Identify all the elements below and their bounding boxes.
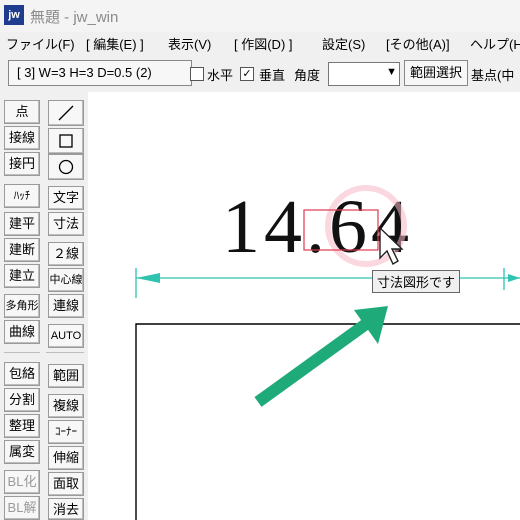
annotation-arrow-shaft <box>254 319 370 407</box>
tool-offset[interactable]: 複線 <box>48 394 84 418</box>
tool-attribute-change[interactable]: 属変 <box>4 440 40 464</box>
tool-curve[interactable]: 曲線 <box>4 320 40 344</box>
tool-auto[interactable]: AUTO <box>48 324 84 348</box>
title-bar: jw 無題 - jw_win <box>0 0 520 32</box>
tool-corner[interactable]: ｺｰﾅｰ <box>48 420 84 444</box>
menu-edit[interactable]: [ 編集(E) ] <box>86 34 144 53</box>
palette-divider <box>4 352 40 353</box>
tool-stretch[interactable]: 伸縮 <box>48 446 84 470</box>
rectangle-tool-button[interactable] <box>48 128 84 154</box>
tool-erase[interactable]: 消去 <box>48 498 84 520</box>
tool-arrange[interactable]: 整理 <box>4 414 40 438</box>
tool-divide[interactable]: 分割 <box>4 388 40 412</box>
tool-plan[interactable]: 建平 <box>4 212 40 236</box>
vertical-checkbox[interactable]: ✓ <box>240 67 254 81</box>
range-select-button[interactable]: 範囲選択 <box>404 60 468 86</box>
vertical-label: 垂直 <box>259 68 286 83</box>
angle-label: 角度 <box>294 68 321 83</box>
rectangle-tool-icon <box>59 134 73 148</box>
canvas-graphics: 14.64 <box>135 185 520 520</box>
circle-tool-button[interactable] <box>48 154 84 180</box>
circle-tool-icon <box>58 159 74 175</box>
menu-help[interactable]: ヘルプ(H <box>470 34 520 53</box>
tool-chamfer[interactable]: 面取 <box>48 472 84 496</box>
menu-other[interactable]: [その他(A)] <box>386 34 450 53</box>
drawing-canvas[interactable]: 14.64 <box>88 92 520 520</box>
horizontal-checkbox[interactable] <box>190 67 204 81</box>
tool-point[interactable]: 点 <box>4 100 40 124</box>
dimension-arrow-right-icon <box>508 274 520 282</box>
tool-polygon[interactable]: 多角形 <box>4 294 40 318</box>
tool-tangent-circle[interactable]: 接円 <box>4 152 40 176</box>
tool-block-create[interactable]: BL化 <box>4 470 40 494</box>
layer-spec-button[interactable]: [ 3] W=3 H=3 D=0.5 (2) <box>8 60 192 86</box>
line-tool-icon <box>58 105 74 121</box>
tooltip: 寸法図形です <box>372 270 461 293</box>
control-bar: [ 3] W=3 H=3 D=0.5 (2) 水平 ✓ 垂直 角度 ▼ 範囲選択… <box>0 58 520 92</box>
menu-bar: ファイル(F) [ 編集(E) ] 表示(V) [ 作図(D) ] 設定(S) … <box>0 32 520 54</box>
tool-hatch[interactable]: ﾊｯﾁ <box>4 184 40 208</box>
horizontal-label: 水平 <box>207 68 234 83</box>
tool-envelope[interactable]: 包絡 <box>4 362 40 386</box>
tool-section[interactable]: 建断 <box>4 238 40 262</box>
dimension-arrow-left-icon <box>136 273 160 283</box>
base-point-label[interactable]: 基点(中 <box>471 65 514 84</box>
menu-settings[interactable]: 設定(S) <box>322 34 365 53</box>
line-tool-button[interactable] <box>48 100 84 126</box>
angle-combo[interactable]: ▼ <box>328 62 400 86</box>
tool-elevation[interactable]: 建立 <box>4 264 40 288</box>
tool-center-line[interactable]: 中心線 <box>48 268 84 292</box>
tool-dimension[interactable]: 寸法 <box>48 212 84 236</box>
tool-tangent-line[interactable]: 接線 <box>4 126 40 150</box>
tool-continuous-line[interactable]: 連線 <box>48 294 84 318</box>
jw-app-icon[interactable]: jw <box>4 5 24 25</box>
menu-file[interactable]: ファイル(F) <box>6 34 75 53</box>
menu-view[interactable]: 表示(V) <box>168 34 211 53</box>
window-title: 無題 - jw_win <box>30 9 119 26</box>
tool-range[interactable]: 範囲 <box>48 364 84 388</box>
tool-text[interactable]: 文字 <box>48 186 84 210</box>
palette-divider <box>46 352 84 353</box>
tool-block-release[interactable]: BL解 <box>4 496 40 520</box>
tool-double-line[interactable]: ２線 <box>48 242 84 266</box>
dropdown-arrow-icon[interactable]: ▼ <box>386 66 397 78</box>
menu-draw[interactable]: [ 作図(D) ] <box>234 34 293 53</box>
